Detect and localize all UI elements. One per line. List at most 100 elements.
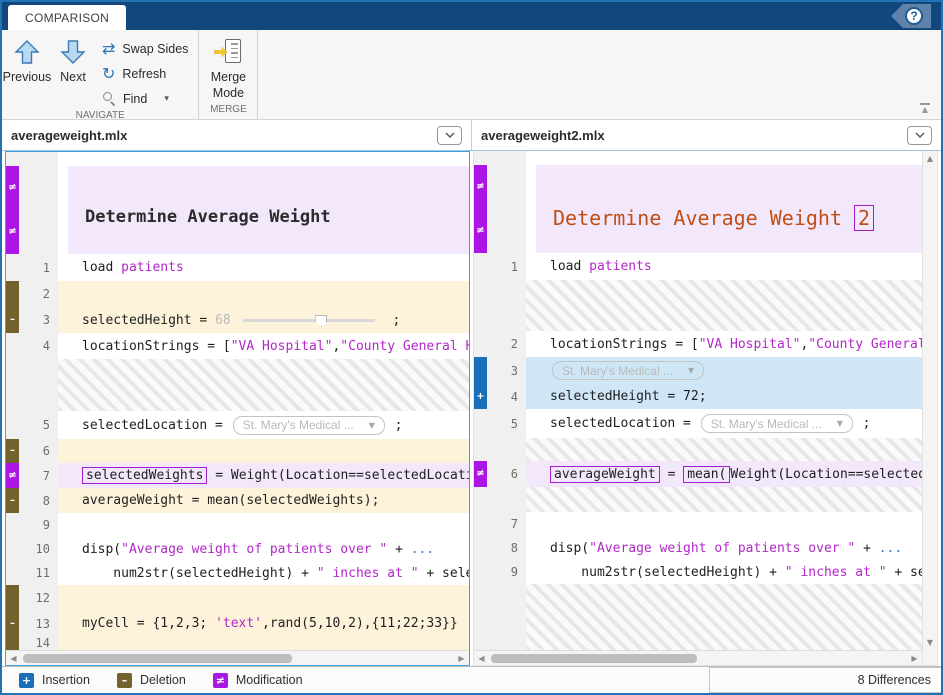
deletion-marker[interactable] [6,281,19,307]
deletion-label: Deletion [140,673,186,687]
right-doc-title: Determine Average Weight 2 [553,206,908,230]
collapse-ribbon-icon: ▲ [922,106,928,114]
modification-marker[interactable]: ≠≠ [474,165,487,253]
scrollbar-thumb[interactable] [23,654,292,663]
ribbon-tab-bar: COMPARISON ? [2,2,941,30]
slider-value: 68 [215,313,231,328]
collapse-ribbon-button[interactable]: ▲ [918,103,932,114]
code-line: –13 myCell = {1,2,3; 'text',rand(5,10,2)… [6,611,469,636]
left-pane: ≠≠ Determine Average Weight Determine th… [5,151,470,666]
left-file-menu-button[interactable] [437,126,462,145]
line-number: 3 [487,357,526,384]
tab-comparison[interactable]: COMPARISON [8,5,126,30]
code-token: ... [879,541,902,556]
previous-button[interactable]: Previous [2,30,52,84]
deletion-marker[interactable]: – [6,488,19,513]
scroll-right-icon[interactable]: ▶ [454,651,469,665]
code-token: num2str(selectedHeight) + [550,565,785,580]
left-horizontal-scrollbar[interactable]: ◀ ▶ [6,650,469,665]
legend-modification: ≠ Modification [213,673,303,688]
code-token: "County General Hos [340,339,469,354]
comparison-tool-window: COMPARISON ? Previous Next ⇄ Swap Sides [0,0,943,695]
alignment-gap [474,438,922,461]
code-line: 5 selectedLocation = St. Mary's Medical … [474,409,922,438]
deletion-marker[interactable]: – [6,611,19,636]
file-header-row: averageweight.mlx averageweight2.mlx [2,120,941,151]
code-line: ≠6 averageWeight = mean(Weight(Location=… [474,461,922,487]
merge-group: MergeMode MERGE [199,30,258,119]
modification-marker[interactable]: ≠ [6,463,19,488]
line-number: 3 [19,307,58,333]
deletion-marker[interactable] [6,636,19,650]
code-line: ≠7 selectedWeights = Weight(Location==se… [6,463,469,488]
deletion-marker[interactable]: – [6,307,19,333]
line-number: 4 [19,333,58,359]
code-token: load [82,260,121,275]
scroll-left-icon[interactable]: ◀ [474,651,489,665]
slider-thumb[interactable] [315,315,327,327]
line-number: 5 [19,411,58,439]
help-button[interactable]: ? [905,7,923,25]
alignment-gap [474,487,922,512]
code-token: = Weight(Location==selectedLocation [207,468,469,483]
code-token: = [660,467,683,482]
code-token: disp( [82,542,121,557]
line-number: 14 [19,636,58,650]
deletion-marker[interactable]: – [6,439,19,463]
right-horizontal-scrollbar[interactable]: ◀ ▶ [474,650,922,665]
code-token: patients [121,260,184,275]
left-doc-title: Determine Average Weight [85,207,455,227]
comparison-panes: ≠≠ Determine Average Weight Determine th… [2,151,941,666]
line-number: 6 [19,439,58,463]
scroll-up-icon[interactable]: ▲ [927,154,933,163]
line-number: 13 [19,611,58,636]
height-slider[interactable] [243,313,375,327]
ribbon-toolbar: Previous Next ⇄ Swap Sides ↻ Refresh [2,30,941,120]
line-number: 12 [19,585,58,611]
merge-mode-button[interactable]: MergeMode [199,30,257,101]
right-file-menu-button[interactable] [907,126,932,145]
scroll-left-icon[interactable]: ◀ [6,651,21,665]
code-line: 14 [6,636,469,650]
location-dropdown[interactable]: St. Mary's Medical ...▼ [552,361,704,380]
line-number: 6 [487,461,526,487]
insertion-marker[interactable]: + [474,384,487,409]
code-line: 9 num2str(selectedHeight) + " inches at … [474,560,922,584]
line-number: 2 [487,331,526,357]
right-vertical-scrollbar[interactable]: ▲ ▼ [922,151,937,665]
code-line: 9 [6,513,469,537]
code-line: +4 selectedHeight = 72; [474,384,922,409]
code-token: + [855,541,878,556]
alignment-gap [474,280,922,331]
line-number: 10 [19,537,58,561]
next-button[interactable]: Next [52,30,94,84]
line-number: 9 [19,513,58,537]
scroll-right-icon[interactable]: ▶ [907,651,922,665]
modification-marker[interactable]: ≠ [474,461,487,487]
location-dropdown[interactable]: St. Mary's Medical ...▼ [233,416,385,435]
code-token: selectedLocation = [82,418,231,433]
chevron-down-icon [915,132,925,138]
code-token: " inches at " [785,565,887,580]
refresh-button[interactable]: ↻ Refresh [102,62,188,85]
find-dropdown-caret-icon[interactable]: ▾ [164,94,169,104]
alignment-gap [474,584,922,650]
location-dropdown[interactable]: St. Mary's Medical ...▼ [701,414,853,433]
code-line: 2 [6,281,469,307]
modification-marker[interactable]: ≠≠ [6,166,19,254]
deletion-marker[interactable] [6,585,19,611]
scrollbar-thumb[interactable] [491,654,697,663]
code-line: 1 load patients [474,253,922,280]
find-button[interactable]: Find ▾ [102,87,188,110]
code-token: locationStrings = [ [550,337,699,352]
insertion-marker[interactable] [474,357,487,384]
scroll-down-icon[interactable]: ▼ [927,638,933,647]
code-line: 7 [474,512,922,536]
right-filename: averageweight2.mlx [481,128,605,143]
code-token: + sel [887,565,922,580]
code-line: 2 locationStrings = ["VA Hospital","Coun… [474,331,922,357]
code-token: selectedHeight = 72; [550,389,707,404]
code-token: selectedHeight = [82,313,215,328]
insertion-icon: + [19,673,34,688]
swap-sides-button[interactable]: ⇄ Swap Sides [102,37,188,60]
